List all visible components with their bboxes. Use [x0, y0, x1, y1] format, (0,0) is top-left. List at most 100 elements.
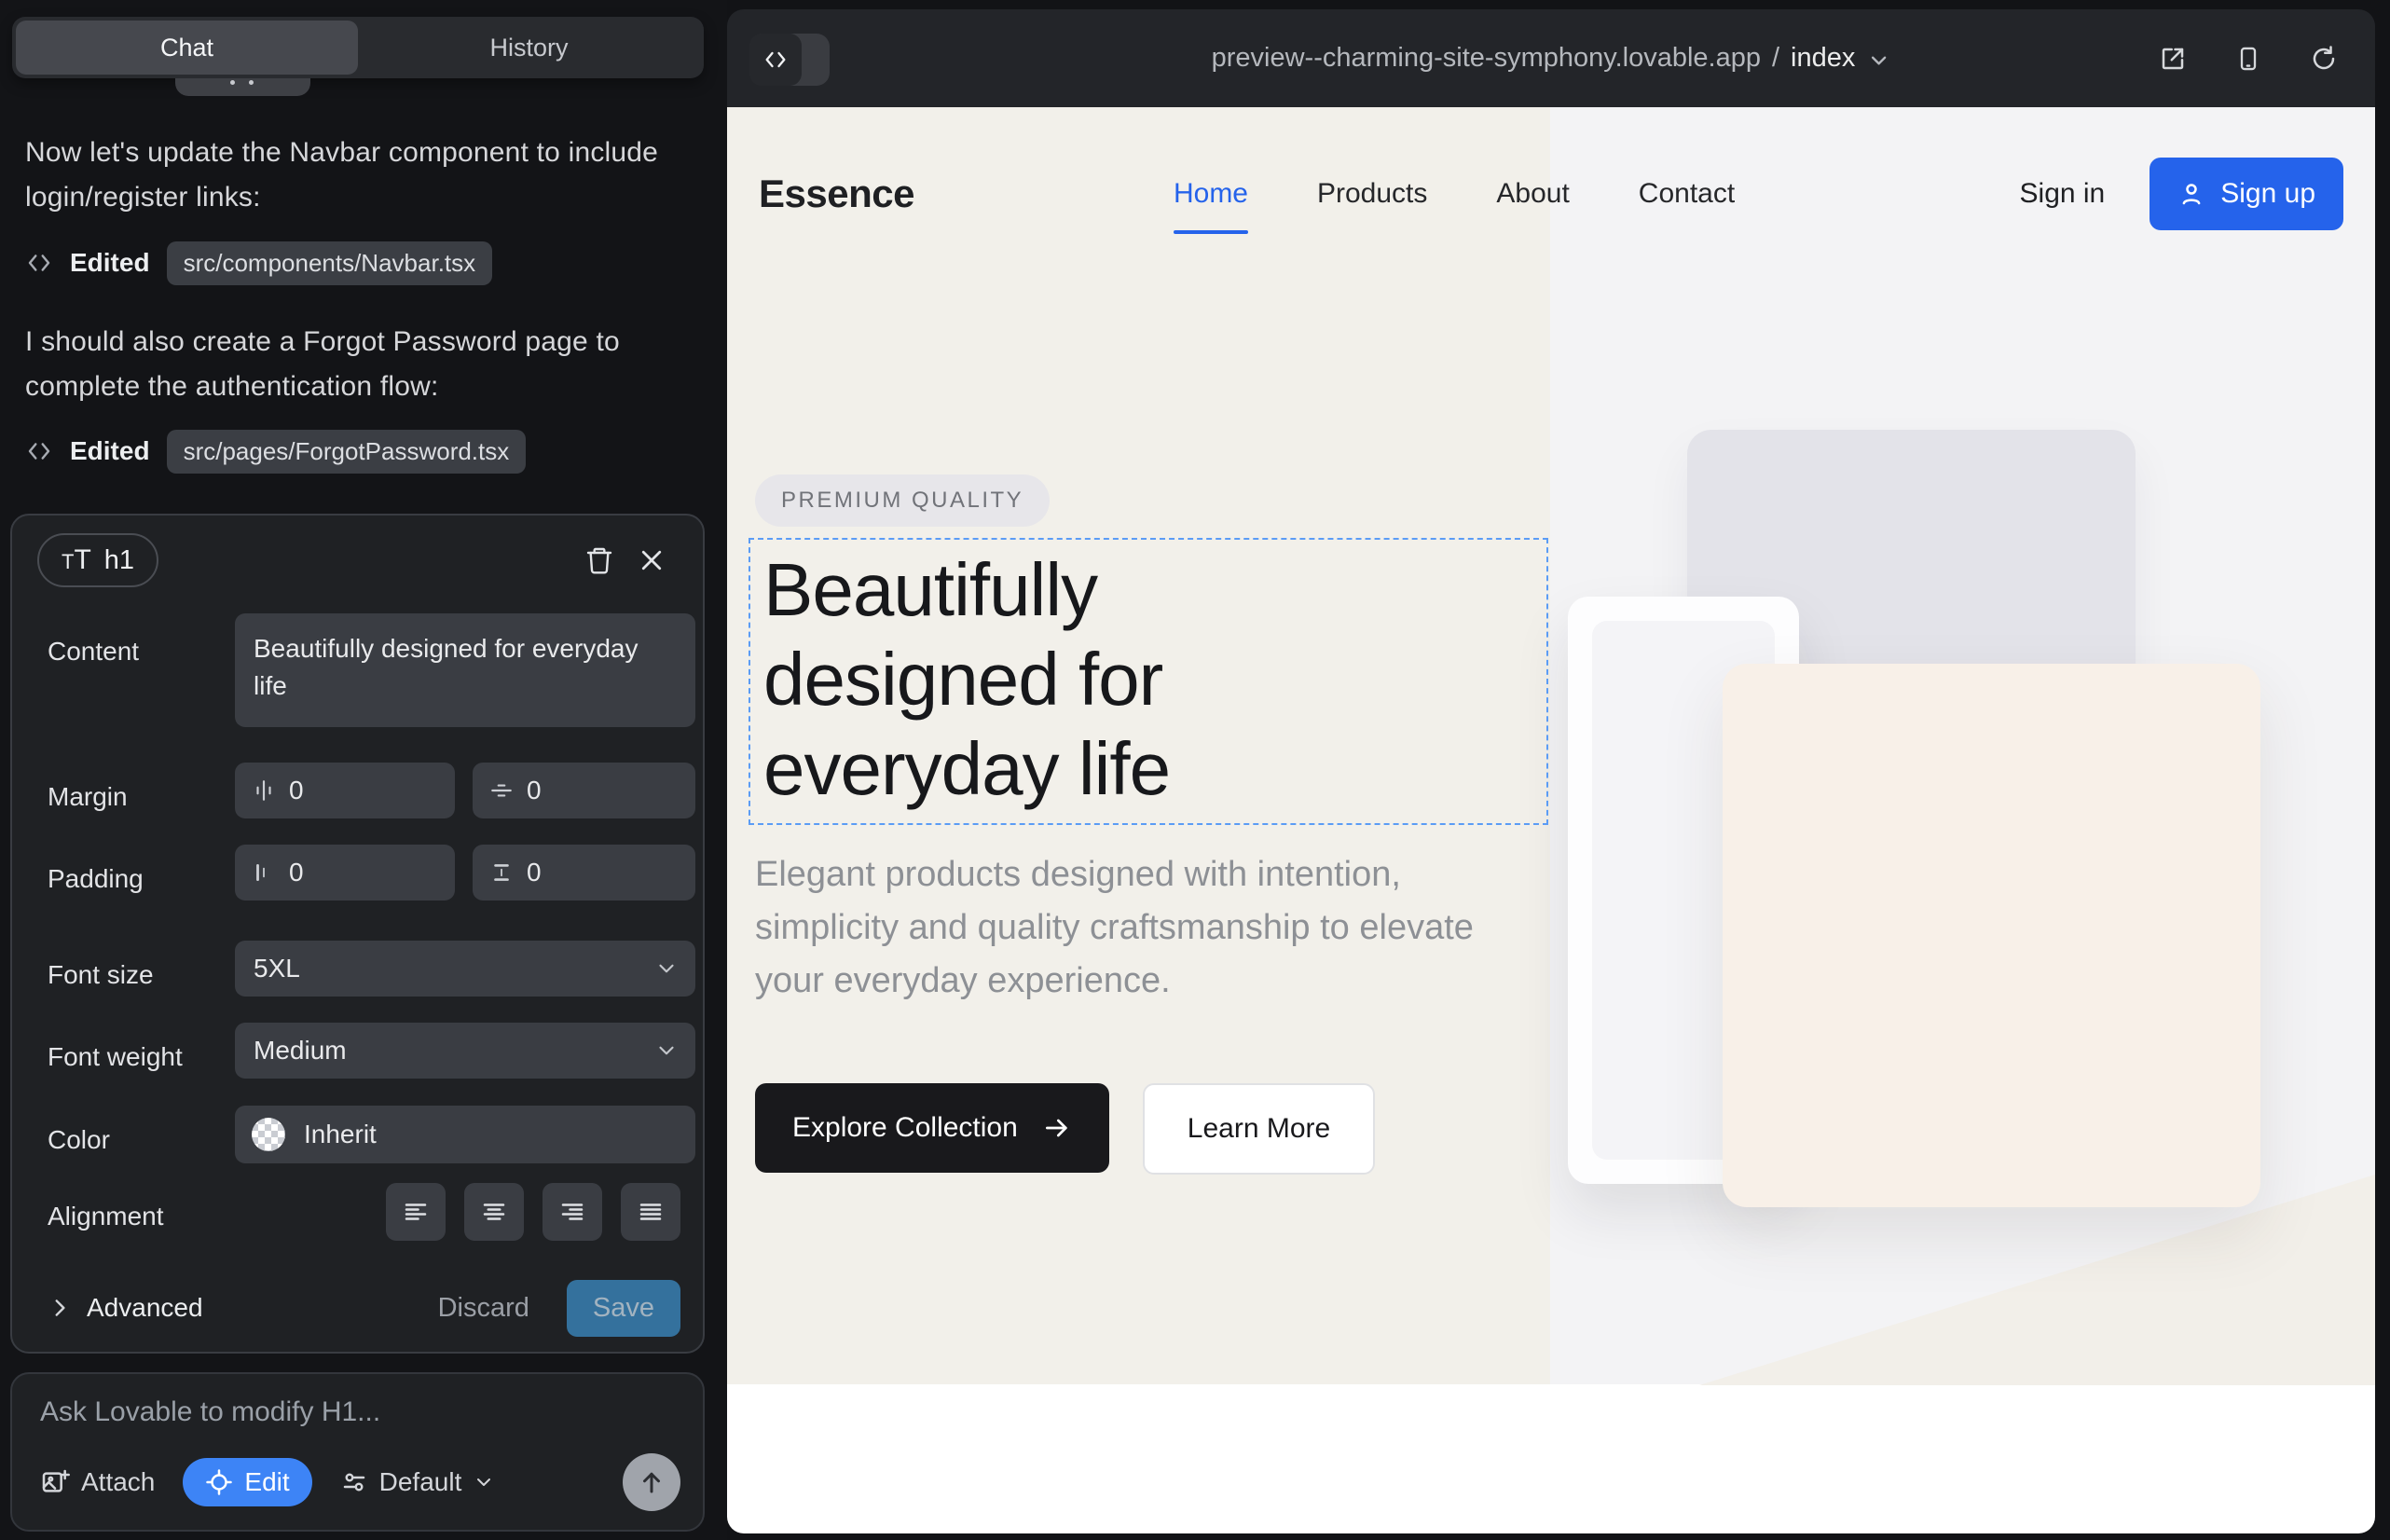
- url-breadcrumb[interactable]: preview--charming-site-symphony.lovable.…: [1212, 9, 1891, 107]
- collapsed-message-pill[interactable]: [175, 78, 310, 96]
- edited-label: Edited: [70, 248, 150, 278]
- default-label: Default: [379, 1467, 462, 1497]
- font-size-value: 5XL: [254, 954, 300, 983]
- advanced-toggle[interactable]: Advanced: [48, 1293, 203, 1323]
- padding-y-input[interactable]: 0: [473, 845, 695, 901]
- margin-y-value: 0: [527, 776, 542, 805]
- content-input[interactable]: Beautifully designed for everyday life: [235, 613, 695, 727]
- assistant-message: I should also create a Forgot Password p…: [25, 320, 693, 409]
- nav-link-about[interactable]: About: [1496, 178, 1569, 210]
- margin-vertical-icon: [489, 778, 514, 803]
- chat-composer: Attach Edit Default: [10, 1372, 705, 1532]
- hero-cta-group: Explore Collection Learn More: [755, 1083, 1375, 1175]
- sliders-icon: [340, 1468, 368, 1496]
- nav-link-home[interactable]: Home: [1174, 178, 1248, 210]
- font-size-label: Font size: [48, 960, 154, 990]
- chevron-right-icon: [48, 1296, 72, 1320]
- alignment-group: [386, 1183, 680, 1241]
- margin-label: Margin: [48, 782, 128, 812]
- margin-x-value: 0: [289, 776, 304, 805]
- user-icon: [2177, 180, 2205, 208]
- alignment-label: Alignment: [48, 1202, 164, 1231]
- open-external-button[interactable]: [2159, 45, 2187, 73]
- chevron-down-icon: [654, 1038, 679, 1063]
- sidebar-tab-bar: Chat History: [12, 17, 704, 78]
- learn-more-button[interactable]: Learn More: [1143, 1083, 1375, 1175]
- align-right-button[interactable]: [543, 1183, 602, 1241]
- margin-x-input[interactable]: 0: [235, 763, 455, 818]
- url-host: preview--charming-site-symphony.lovable.…: [1212, 43, 1761, 74]
- close-icon: [638, 546, 666, 574]
- composer-toolbar: Attach Edit Default: [40, 1453, 680, 1511]
- attach-label: Attach: [81, 1467, 155, 1497]
- selected-h1-element[interactable]: Beautifully designed for everyday life: [749, 538, 1548, 825]
- chevron-down-icon: [1866, 48, 1890, 73]
- file-chip[interactable]: src/pages/ForgotPassword.tsx: [167, 430, 527, 474]
- site-navbar: Essence Home Products About Contact Sign…: [727, 107, 2375, 280]
- chevron-down-icon: [654, 956, 679, 981]
- preview-browser: preview--charming-site-symphony.lovable.…: [727, 9, 2375, 1533]
- decorative-rect-cream: [1723, 664, 2260, 1207]
- margin-y-input[interactable]: 0: [473, 763, 695, 818]
- edit-mode-button[interactable]: Edit: [183, 1458, 311, 1506]
- edit-label: Edit: [244, 1467, 289, 1497]
- save-button[interactable]: Save: [567, 1280, 680, 1337]
- default-mode-selector[interactable]: Default: [340, 1467, 496, 1497]
- nav-link-products[interactable]: Products: [1317, 178, 1427, 210]
- align-justify-button[interactable]: [621, 1183, 680, 1241]
- chevron-down-icon: [473, 1471, 495, 1493]
- align-center-button[interactable]: [464, 1183, 524, 1241]
- sign-in-link[interactable]: Sign in: [2020, 178, 2106, 210]
- nav-link-contact[interactable]: Contact: [1639, 178, 1735, 210]
- chat-sidebar: Chat History Now let's update the Navbar…: [0, 0, 727, 1540]
- color-label: Color: [48, 1125, 110, 1155]
- explore-collection-button[interactable]: Explore Collection: [755, 1083, 1109, 1173]
- padding-y-value: 0: [527, 858, 542, 887]
- sign-up-button[interactable]: Sign up: [2150, 158, 2343, 230]
- target-icon: [205, 1468, 233, 1496]
- site-page: Essence Home Products About Contact Sign…: [727, 107, 2375, 1533]
- tab-chat[interactable]: Chat: [16, 21, 358, 75]
- url-separator: /: [1772, 43, 1779, 74]
- padding-label: Padding: [48, 864, 144, 894]
- type-icon: TT: [62, 544, 91, 576]
- font-weight-value: Medium: [254, 1036, 347, 1066]
- ellipsis-dots: [230, 80, 235, 85]
- padding-x-input[interactable]: 0: [235, 845, 455, 901]
- close-panel-button[interactable]: [625, 534, 678, 586]
- font-weight-select[interactable]: Medium: [235, 1023, 695, 1079]
- mobile-view-button[interactable]: [2235, 45, 2261, 73]
- nav-auth: Sign in Sign up: [2020, 158, 2343, 230]
- color-swatch: [252, 1118, 285, 1151]
- attach-button[interactable]: Attach: [40, 1467, 155, 1497]
- nav-links: Home Products About Contact: [1174, 178, 1735, 210]
- send-button[interactable]: [623, 1453, 680, 1511]
- font-size-select[interactable]: 5XL: [235, 941, 695, 997]
- lovable-app: Chat History Now let's update the Navbar…: [0, 0, 2390, 1540]
- editor-header: TT h1: [37, 531, 678, 589]
- browser-chrome-bar: preview--charming-site-symphony.lovable.…: [727, 9, 2375, 107]
- code-icon: [749, 34, 802, 86]
- tab-history[interactable]: History: [358, 21, 700, 75]
- composer-input[interactable]: [40, 1396, 674, 1428]
- edited-file-row: Edited src/pages/ForgotPassword.tsx: [25, 427, 526, 475]
- color-select[interactable]: Inherit: [235, 1106, 695, 1163]
- assistant-message: Now let's update the Navbar component to…: [25, 131, 693, 220]
- hero-heading[interactable]: Beautifully designed for everyday life: [763, 545, 1323, 814]
- padding-horizontal-icon: [252, 860, 276, 885]
- discard-button[interactable]: Discard: [438, 1293, 529, 1324]
- delete-element-button[interactable]: [573, 534, 625, 586]
- file-chip[interactable]: src/components/Navbar.tsx: [167, 241, 493, 285]
- refresh-button[interactable]: [2310, 45, 2338, 73]
- code-preview-toggle[interactable]: [749, 34, 830, 86]
- chrome-actions: [2159, 9, 2338, 107]
- sign-up-label: Sign up: [2220, 178, 2315, 210]
- cta-secondary-label: Learn More: [1188, 1113, 1330, 1145]
- edited-label: Edited: [70, 436, 150, 466]
- site-logo[interactable]: Essence: [759, 172, 914, 216]
- selected-element-pill[interactable]: TT h1: [37, 533, 158, 587]
- align-left-button[interactable]: [386, 1183, 446, 1241]
- element-editor-panel: TT h1 Content Beautifully designed for e…: [10, 514, 705, 1354]
- content-label: Content: [48, 637, 139, 667]
- hero-description: Elegant products designed with intention…: [755, 848, 1510, 1008]
